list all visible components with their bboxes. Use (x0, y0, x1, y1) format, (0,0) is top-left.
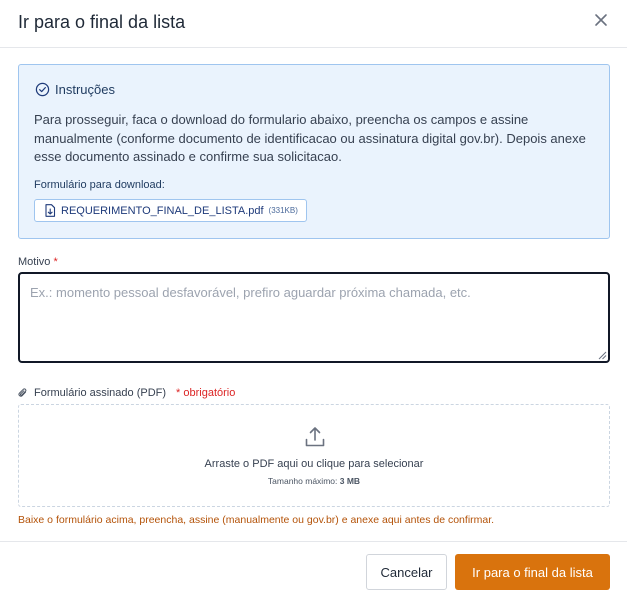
motivo-label: Motivo * (18, 256, 58, 268)
dialog-footer: Cancelar Ir para o final da lista (0, 541, 627, 597)
upload-label: Formulário assinado (PDF) * obrigatório (18, 387, 235, 399)
upload-hint: Baixe o formulário acima, preencha, assi… (18, 514, 495, 526)
dropzone-text: Arraste o PDF aqui ou clique para seleci… (204, 458, 424, 470)
file-name: REQUERIMENTO_FINAL_DE_LISTA.pdf (61, 204, 264, 217)
max-size-value: 3 MB (339, 476, 361, 486)
instructions-text: Para prosseguir, faca o download do form… (34, 112, 586, 164)
dialog-title: Ir para o final da lista (18, 12, 186, 32)
upload-label-text: Formulário assinado (PDF) (34, 387, 167, 399)
cancel-button[interactable]: Cancelar (366, 554, 447, 590)
required-mark: * (53, 256, 58, 268)
confirm-button[interactable]: Ir para o final da lista (455, 554, 610, 590)
pdf-dropzone[interactable]: Arraste o PDF aqui ou clique para seleci… (18, 404, 610, 507)
resize-handle-icon[interactable] (598, 351, 607, 360)
file-download-icon (45, 204, 56, 217)
download-label: Formulário para download: (34, 179, 165, 191)
close-icon (595, 14, 607, 26)
max-size-text: Tamanho máximo: 3 MB (19, 476, 609, 486)
instructions-title: Instruções (55, 82, 115, 97)
file-size: (331KB) (268, 206, 298, 215)
check-circle-icon (35, 82, 50, 97)
required-text: * obrigatório (176, 387, 236, 399)
motivo-textarea[interactable] (18, 272, 610, 363)
paperclip-icon (18, 387, 27, 397)
instructions-panel: Instruções Para prosseguir, faca o downl… (18, 64, 610, 239)
max-size-label: Tamanho máximo: (267, 476, 338, 486)
close-button[interactable] (591, 10, 611, 30)
download-file-link[interactable]: REQUERIMENTO_FINAL_DE_LISTA.pdf (331KB) (34, 199, 307, 222)
motivo-label-text: Motivo (18, 256, 51, 268)
modal-dialog: Ir para o final da lista Instruções Para… (0, 0, 627, 597)
upload-icon (305, 427, 325, 447)
dialog-header: Ir para o final da lista (0, 0, 627, 48)
